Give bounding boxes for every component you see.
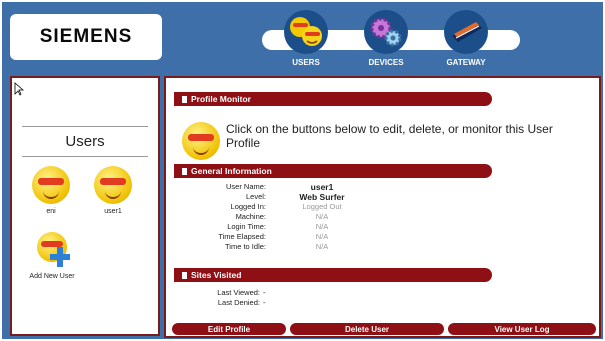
profile-monitor-title: Profile Monitor (191, 94, 251, 104)
logo-text: SIEMENS (39, 26, 133, 47)
user-item-user1[interactable]: user1 (88, 166, 138, 215)
nav-users-label: USERS (292, 58, 320, 67)
profile-intro-text: Click on the buttons below to edit, dele… (226, 122, 553, 150)
edit-profile-button[interactable]: Edit Profile (172, 323, 286, 335)
gateway-device-icon (444, 10, 488, 54)
mouse-cursor-icon (14, 82, 24, 96)
general-information-bar: General Information (174, 164, 492, 178)
user-name: user1 (104, 208, 122, 215)
general-info-table: User Name: user1 Level: Web Surfer Logge… (218, 182, 345, 251)
profile-smiley-icon (182, 122, 220, 160)
add-new-user-button[interactable]: Add New User (26, 232, 78, 281)
bullet-icon (182, 95, 187, 103)
users-smiley-icon (284, 10, 328, 54)
user-smiley-icon (32, 166, 70, 204)
devices-gears-icon (364, 10, 408, 54)
add-new-user-label: Add New User (29, 273, 75, 280)
user-smiley-icon (94, 166, 132, 204)
header: SIEMENS USERS DEVICES GATEWAY (2, 2, 603, 72)
users-heading: Users (22, 126, 148, 157)
view-user-log-button[interactable]: View User Log (448, 323, 596, 335)
nav-gateway[interactable]: GATEWAY (426, 10, 506, 67)
bullet-icon (182, 271, 187, 279)
user-name: eni (46, 208, 56, 215)
nav-devices[interactable]: DEVICES (346, 10, 426, 67)
add-plus-icon (50, 247, 70, 267)
nav-users[interactable]: USERS (266, 10, 346, 67)
profile-panel: Profile Monitor Click on the buttons bel… (164, 76, 601, 338)
bullet-icon (182, 167, 187, 175)
profile-monitor-bar: Profile Monitor (174, 92, 492, 106)
nav-gateway-label: GATEWAY (446, 58, 486, 67)
general-information-title: General Information (191, 166, 272, 176)
siemens-logo: SIEMENS (10, 14, 162, 60)
sites-visited-bar: Sites Visited (174, 268, 492, 282)
sites-visited-title: Sites Visited (191, 270, 242, 280)
delete-user-button[interactable]: Delete User (290, 323, 444, 335)
app-frame: SIEMENS USERS DEVICES GATEWAY Users eni … (2, 2, 603, 339)
users-sidebar: Users eni user1 Add New User (10, 76, 160, 336)
nav-devices-label: DEVICES (368, 58, 404, 67)
sites-visited-table: Last Viewed: - Last Denied: - (217, 288, 266, 307)
user-item-eni[interactable]: eni (26, 166, 76, 215)
